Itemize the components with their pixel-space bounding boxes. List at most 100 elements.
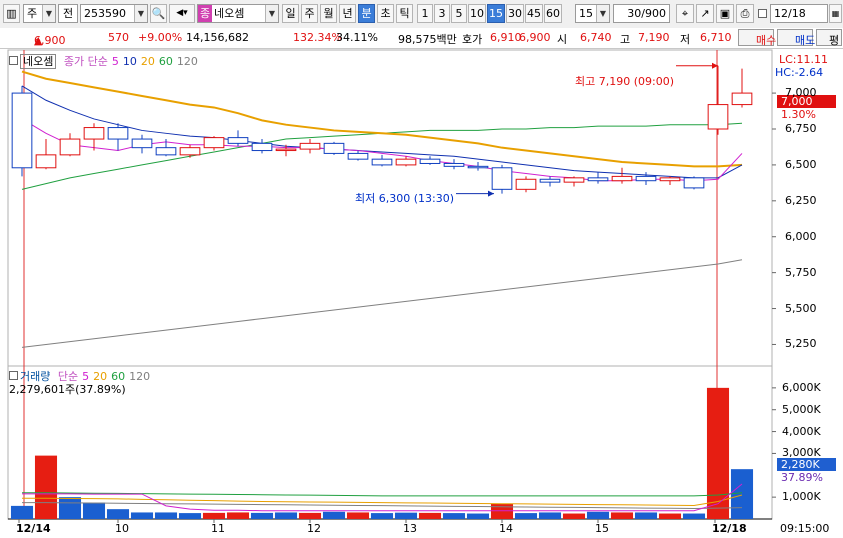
volume-bar	[682, 513, 706, 519]
candle-body	[323, 142, 345, 154]
panel-checkbox[interactable]	[9, 56, 18, 65]
x-axis-label: 12/18	[712, 522, 747, 535]
price-panel-title[interactable]: 네오셈	[20, 54, 57, 69]
volume-bar	[346, 512, 370, 519]
price-tick-label: 6,250	[785, 193, 817, 207]
current-volume-tag: 2,280K	[777, 458, 836, 471]
candle-body	[419, 158, 441, 164]
candle-body	[299, 142, 321, 150]
x-axis-label: 14	[499, 522, 513, 535]
volume-tick-label: 3,000K	[782, 446, 821, 460]
candle-body	[635, 175, 657, 182]
volume-bar	[418, 512, 442, 519]
volume-bar	[466, 513, 490, 519]
candle-body	[683, 177, 705, 189]
volume-bar	[538, 512, 562, 519]
candle-body	[707, 104, 729, 130]
volume-bar	[370, 513, 394, 519]
candle-body	[179, 147, 201, 156]
candle-body	[155, 147, 177, 156]
volume-bar	[730, 469, 754, 519]
volume-bar	[490, 503, 514, 519]
volume-bar	[514, 513, 538, 519]
hc-value: HC:-2.64	[775, 66, 824, 79]
volume-bar	[82, 502, 106, 519]
volume-info: 2,279,601주(37.89%)	[9, 383, 126, 396]
candle-body	[659, 177, 681, 182]
volume-panel-checkbox[interactable]	[9, 371, 18, 380]
low-annotation: 최저 6,300 (13:30)	[355, 192, 455, 205]
lc-value: LC:11.11	[779, 53, 829, 66]
price-tick-label: 7,000	[785, 86, 817, 100]
volume-ma-period: 120	[129, 370, 151, 383]
price-ma-period: 5	[111, 55, 119, 68]
volume-bar	[10, 505, 34, 519]
candle-body	[59, 138, 81, 156]
candle-body	[491, 167, 513, 190]
price-tick-label: 6,000	[785, 229, 817, 243]
x-axis-label: 12	[307, 522, 321, 535]
current-time: 09:15:00	[780, 522, 830, 535]
volume-bar	[202, 512, 226, 519]
volume-tick-label: 6,000K	[782, 380, 821, 394]
volume-bar	[610, 512, 634, 519]
candle-body	[83, 127, 105, 140]
price-ma-period: 10	[122, 55, 137, 68]
candle-body	[467, 165, 489, 169]
volume-bar	[130, 512, 154, 519]
volume-bar	[34, 455, 58, 519]
volume-bar	[250, 512, 274, 519]
candle-body	[203, 137, 225, 149]
x-axis-label: 11	[211, 522, 225, 535]
volume-bar	[226, 512, 250, 519]
candle-body	[587, 177, 609, 182]
price-chart[interactable]	[0, 0, 843, 538]
price-tick-label: 5,500	[785, 301, 817, 315]
candle-body	[251, 142, 273, 152]
price-panel	[7, 49, 773, 367]
high-annotation: 최고 7,190 (09:00)	[575, 75, 675, 88]
volume-bar	[322, 511, 346, 519]
volume-bar	[178, 513, 202, 519]
price-legend: 네오셈 종가 단순 5 10 20 60 120	[20, 53, 206, 69]
candle-body	[515, 178, 537, 190]
price-ma-label: 종가 단순	[63, 55, 108, 68]
current-rate-tag: 1.30%	[781, 108, 816, 121]
volume-bar	[274, 512, 298, 519]
candle-body	[275, 148, 297, 152]
x-axis-label: 15	[595, 522, 609, 535]
candle-body	[11, 92, 33, 169]
current-volume-rate: 37.89%	[781, 471, 823, 484]
volume-bar	[58, 497, 82, 519]
x-axis-label: 10	[115, 522, 129, 535]
candle-body	[611, 175, 633, 182]
candle-body	[107, 127, 129, 140]
volume-bar	[298, 512, 322, 519]
x-axis-label: 13	[403, 522, 417, 535]
candle-body	[563, 177, 585, 183]
price-ma-period: 120	[176, 55, 198, 68]
volume-tick-label: 5,000K	[782, 402, 821, 416]
volume-bar	[394, 512, 418, 519]
x-axis-label: 12/14	[16, 522, 51, 535]
candle-body	[35, 154, 57, 169]
price-tick-label: 6,500	[785, 157, 817, 171]
volume-tick-label: 4,000K	[782, 424, 821, 438]
candle-body	[443, 162, 465, 167]
volume-bar	[634, 512, 658, 519]
volume-bar	[586, 511, 610, 519]
volume-bar	[106, 509, 130, 519]
price-tick-label: 5,250	[785, 337, 817, 351]
price-ma-period: 20	[140, 55, 155, 68]
candle-body	[395, 158, 417, 166]
candle-body	[347, 152, 369, 160]
candle-body	[371, 158, 393, 166]
price-ma-period: 60	[158, 55, 173, 68]
candle-body	[227, 137, 249, 144]
candle-body	[539, 178, 561, 183]
candle-body	[131, 138, 153, 149]
price-tick-label: 5,750	[785, 265, 817, 279]
volume-tick-label: 1,000K	[782, 490, 821, 504]
volume-bar	[562, 513, 586, 519]
price-tick-label: 6,750	[785, 122, 817, 135]
